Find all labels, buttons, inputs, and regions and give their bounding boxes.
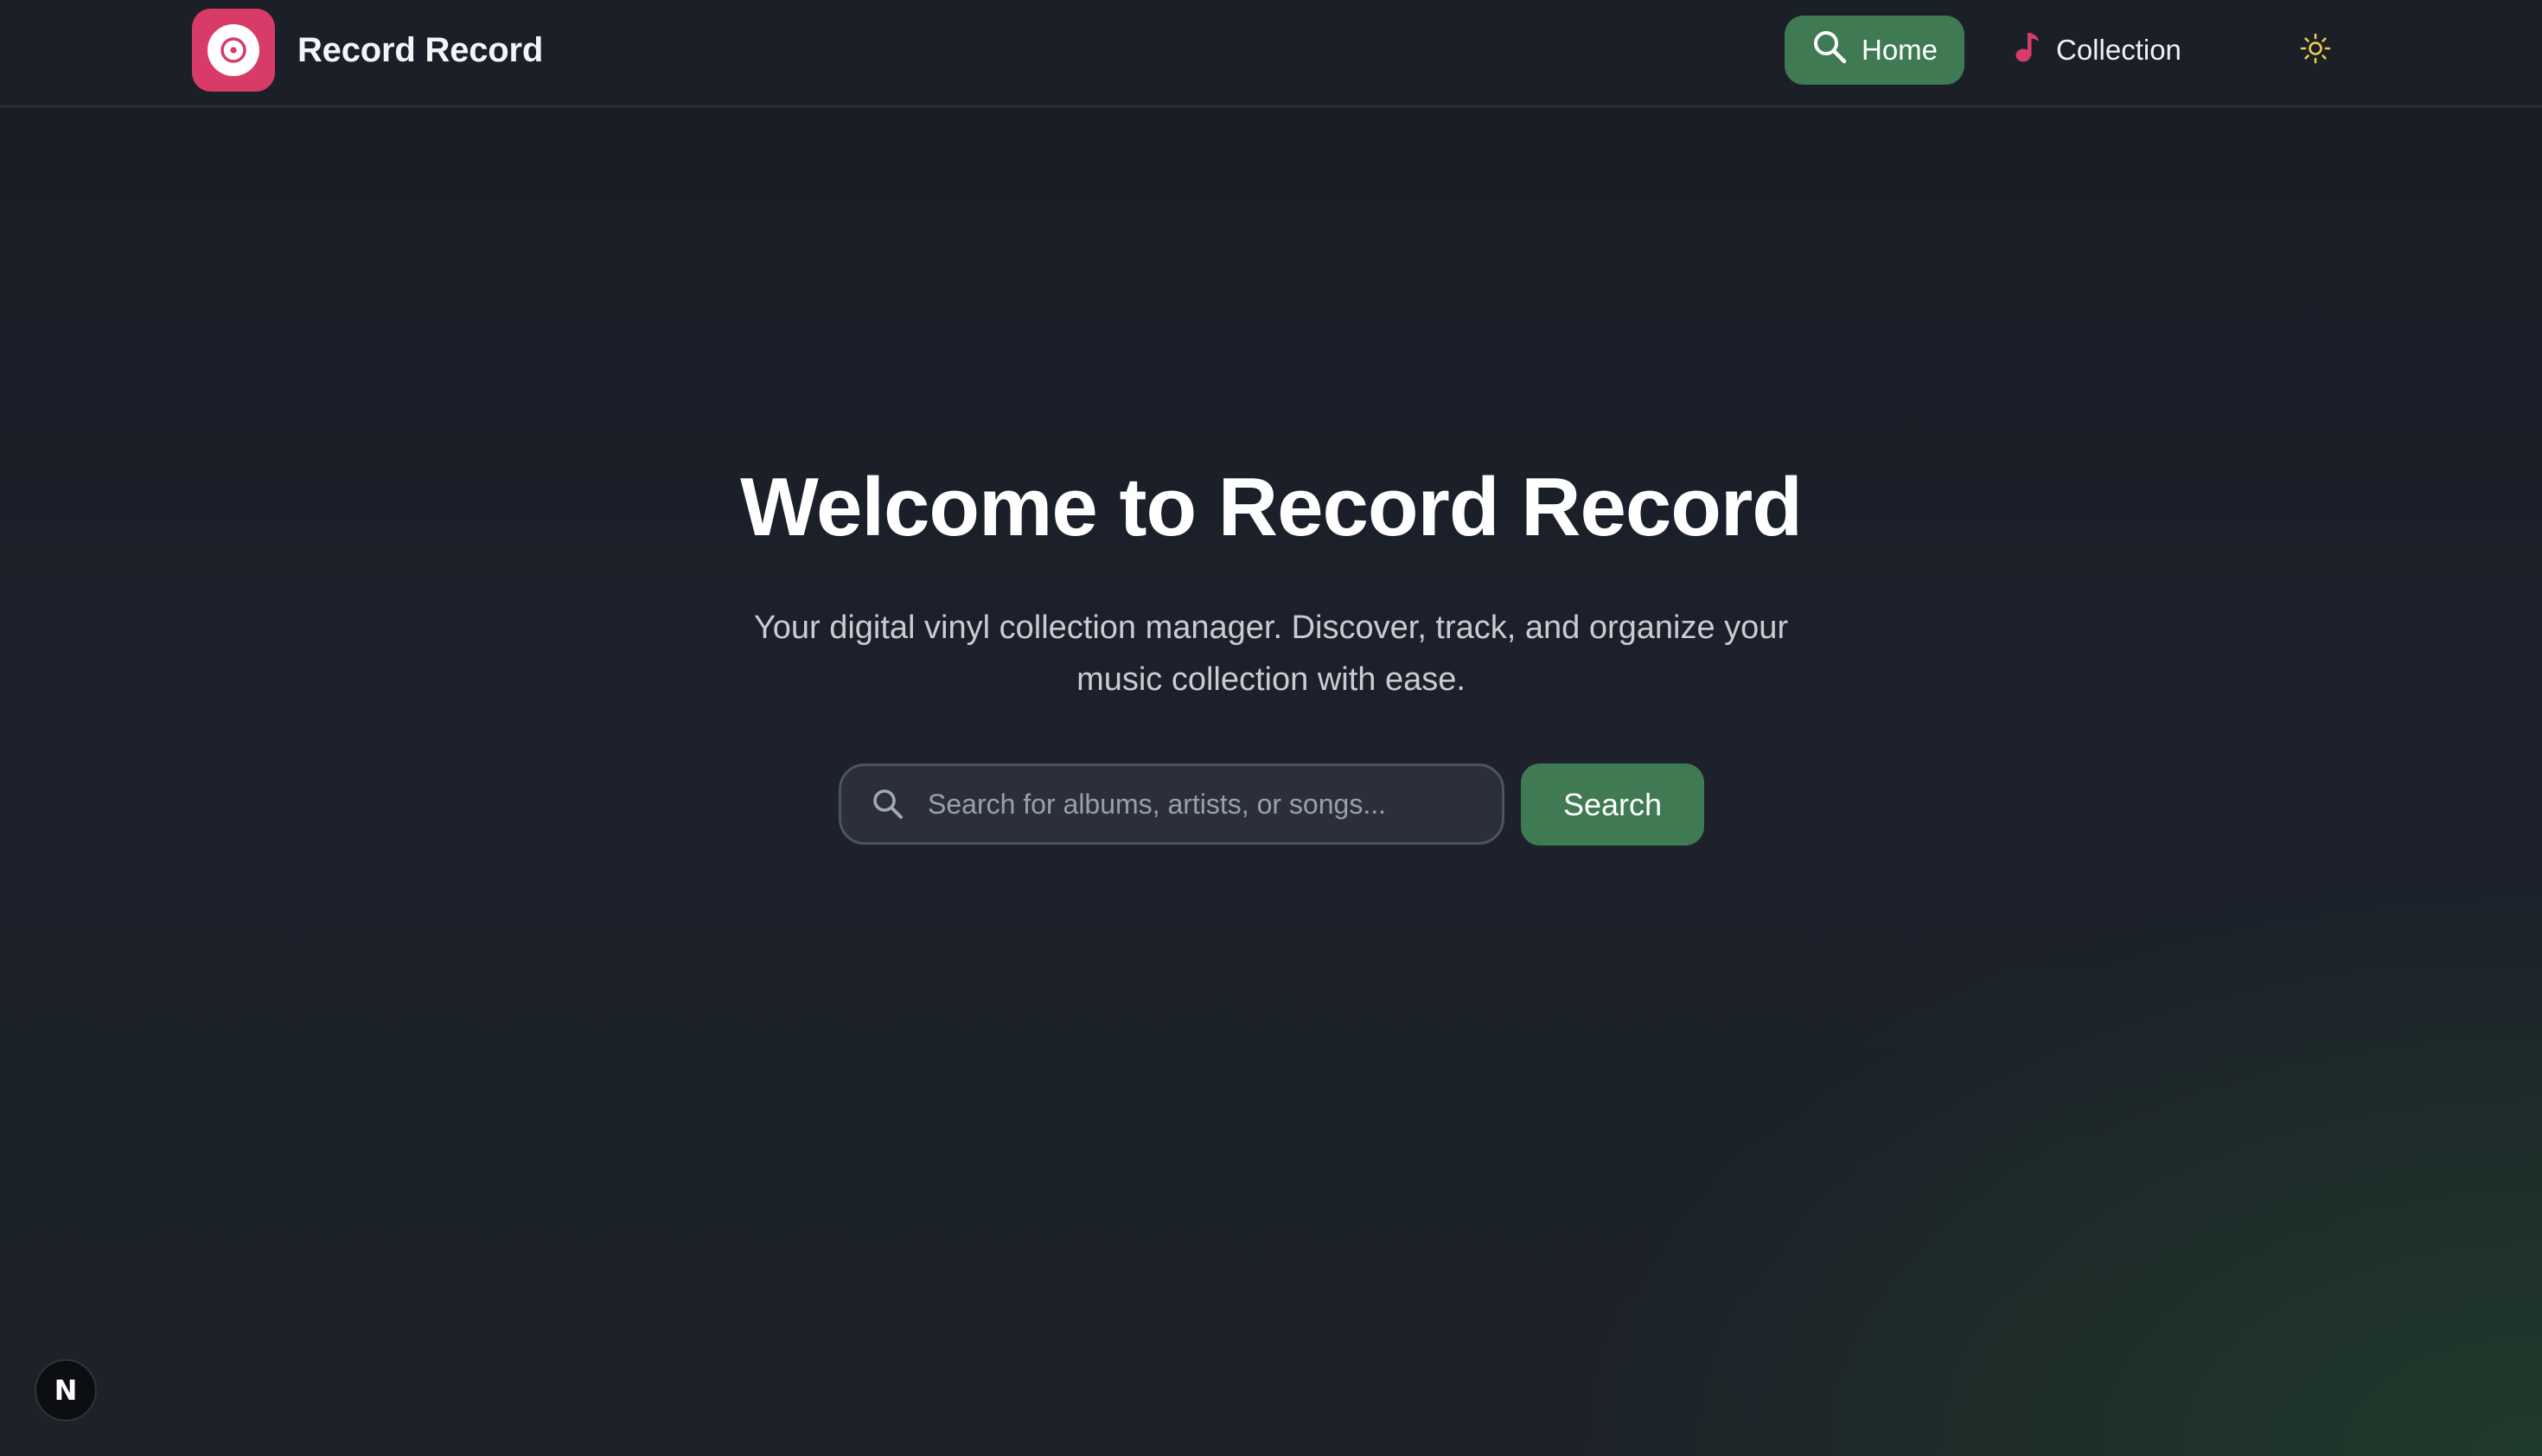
dev-badge-label: N xyxy=(54,1374,78,1407)
hero-subtitle: Your digital vinyl collection manager. D… xyxy=(753,610,1789,698)
nav-item-label: Home xyxy=(1861,34,1938,66)
brand[interactable]: Record Record xyxy=(192,9,543,92)
vinyl-record-icon xyxy=(192,9,275,92)
search-bar[interactable] xyxy=(839,763,1504,845)
search-icon xyxy=(1811,29,1848,72)
search-input[interactable] xyxy=(912,765,1502,843)
search-icon xyxy=(864,787,912,821)
main-nav: Home Collection xyxy=(1785,16,2181,85)
music-note-icon xyxy=(2015,30,2041,70)
theme-toggle-button[interactable] xyxy=(2291,29,2340,72)
nav-item-home[interactable]: Home xyxy=(1785,16,1964,85)
top-navbar: Record Record Home Collection xyxy=(0,0,2542,107)
search-button[interactable]: Search xyxy=(1521,763,1704,846)
nav-item-collection[interactable]: Collection xyxy=(2015,16,2181,85)
page-title: Welcome to Record Record xyxy=(740,461,1803,553)
nav-item-label: Collection xyxy=(2056,34,2181,66)
app-name: Record Record xyxy=(297,30,544,69)
nextjs-dev-indicator[interactable]: N xyxy=(35,1359,97,1421)
sun-icon xyxy=(2300,33,2331,68)
